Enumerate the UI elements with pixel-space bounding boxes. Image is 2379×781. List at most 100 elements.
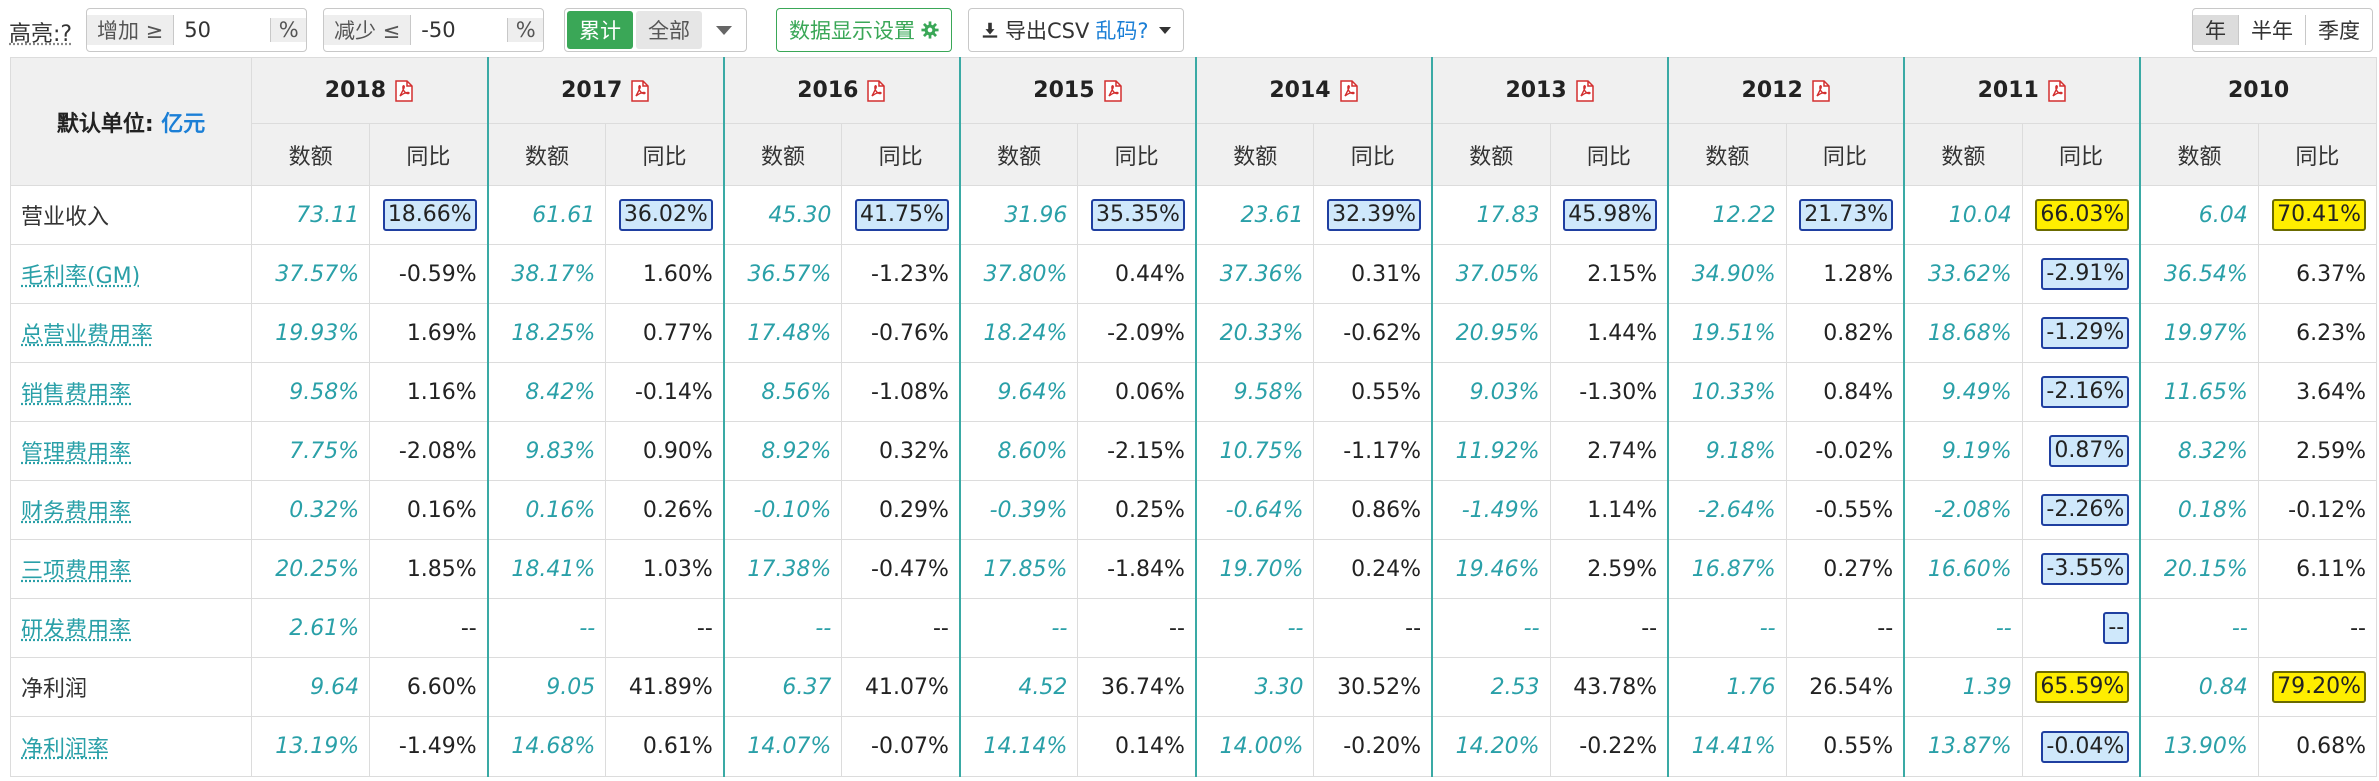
- pdf-icon[interactable]: [630, 80, 650, 102]
- increase-input[interactable]: [174, 9, 271, 51]
- amount-cell: 14.14%: [958, 716, 1079, 777]
- yoy-cell: -0.02%: [1785, 421, 1905, 481]
- yoy-cell: --: [2021, 598, 2141, 658]
- amount-cell: 9.03%: [1431, 362, 1551, 422]
- decrease-input[interactable]: [411, 9, 508, 51]
- amount-cell: --: [1194, 598, 1315, 658]
- year-label: 2010: [2228, 78, 2290, 103]
- row-label[interactable]: 研发费用率: [9, 598, 253, 658]
- yoy-cell: 0.16%: [369, 480, 489, 540]
- export-csv-label: 导出CSV: [1005, 19, 1090, 43]
- amount-cell: 3.30: [1194, 657, 1315, 717]
- row-label[interactable]: 财务费用率: [9, 480, 253, 540]
- year-label: 2011: [1977, 78, 2039, 103]
- yoy-cell: 0.06%: [1077, 362, 1197, 422]
- year-header: 2013: [1431, 57, 1669, 124]
- table-row: 三项费用率 20.25% 1.85% 18.41% 1.03% 17.38% -0.47% 1…: [9, 539, 2378, 599]
- amount-cell: 12.22: [1667, 185, 1787, 245]
- year-header: 2011: [1903, 57, 2141, 124]
- amount-cell: 36.54%: [2139, 244, 2259, 304]
- row-label-text[interactable]: 三项费用率: [21, 559, 131, 584]
- row-label-text[interactable]: 毛利率(GM): [21, 264, 140, 289]
- row-label-text[interactable]: 总营业费用率: [21, 323, 153, 348]
- amount-cell: 9.64: [251, 657, 371, 717]
- yoy-cell: --: [1549, 598, 1669, 658]
- yoy-cell: 6.60%: [369, 657, 489, 717]
- year-header: 2014: [1194, 57, 1433, 124]
- amount-cell: 37.57%: [251, 244, 371, 304]
- pdf-icon[interactable]: [1811, 80, 1831, 102]
- row-label[interactable]: 毛利率(GM): [9, 244, 253, 304]
- yoy-cell: --: [369, 598, 489, 658]
- amount-cell: 8.32%: [2139, 421, 2259, 481]
- table-row: 毛利率(GM) 37.57% -0.59% 38.17% 1.60% 36.57% -1.2…: [9, 244, 2378, 304]
- pdf-icon[interactable]: [1339, 80, 1359, 102]
- amount-cell: 9.18%: [1667, 421, 1787, 481]
- yoy-cell: 1.85%: [369, 539, 489, 599]
- amount-cell: 9.64%: [958, 362, 1079, 422]
- row-label-text[interactable]: 净利润率: [21, 737, 109, 762]
- row-label-text[interactable]: 研发费用率: [21, 618, 131, 643]
- pdf-icon[interactable]: [394, 80, 414, 102]
- yoy-cell: 35.35%: [1077, 185, 1197, 245]
- yoy-cell: -1.30%: [1549, 362, 1669, 422]
- year-header: 2017: [486, 57, 725, 124]
- yoy-cell: 36.02%: [605, 185, 725, 245]
- row-label[interactable]: 销售费用率: [9, 362, 253, 422]
- yoy-cell: 32.39%: [1313, 185, 1433, 245]
- amount-cell: 19.51%: [1667, 303, 1787, 363]
- amount-cell: 37.05%: [1431, 244, 1551, 304]
- amount-cell: 13.87%: [1903, 716, 2023, 777]
- row-label-text[interactable]: 财务费用率: [21, 500, 131, 525]
- highlight-label[interactable]: 高亮:?: [9, 10, 72, 54]
- yoy-cell: 1.14%: [1549, 480, 1669, 540]
- highlight-badge: -2.16%: [2041, 376, 2130, 408]
- amount-cell: 13.19%: [251, 716, 371, 777]
- amount-cell: 8.60%: [958, 421, 1079, 481]
- yoy-cell: 0.84%: [1785, 362, 1905, 422]
- mode-selector[interactable]: 累计 全部: [564, 8, 747, 52]
- display-settings-button[interactable]: 数据显示设置: [776, 8, 952, 52]
- highlight-badge: --: [2103, 612, 2130, 644]
- amount-cell: 2.61%: [251, 598, 371, 658]
- period-half-year[interactable]: 半年: [2238, 15, 2305, 45]
- pdf-icon[interactable]: [866, 80, 886, 102]
- export-csv-button[interactable]: 导出CSV 乱码?: [968, 8, 1184, 52]
- yoy-cell: --: [1077, 598, 1197, 658]
- period-quarter[interactable]: 季度: [2305, 15, 2372, 45]
- row-label-text[interactable]: 管理费用率: [21, 441, 131, 466]
- amount-cell: 18.41%: [486, 539, 607, 599]
- garbled-link[interactable]: 乱码?: [1095, 15, 1148, 45]
- amount-cell: -2.64%: [1667, 480, 1787, 540]
- highlight-badge: -3.55%: [2041, 553, 2130, 585]
- row-label[interactable]: 管理费用率: [9, 421, 253, 481]
- period-year[interactable]: 年: [2193, 15, 2238, 45]
- row-label[interactable]: 总营业费用率: [9, 303, 253, 363]
- row-label-text[interactable]: 销售费用率: [21, 382, 131, 407]
- yoy-cell: 6.37%: [2257, 244, 2378, 304]
- yoy-header: 同比: [1077, 123, 1197, 186]
- yoy-cell: 41.89%: [605, 657, 725, 717]
- period-selector: 年 半年 季度: [2192, 8, 2373, 52]
- yoy-cell: -0.20%: [1313, 716, 1433, 777]
- amount-cell: 18.24%: [958, 303, 1079, 363]
- increase-percent: %: [270, 18, 307, 42]
- chevron-down-icon[interactable]: [1158, 26, 1171, 34]
- yoy-header: 同比: [1785, 123, 1905, 186]
- mode-cumulative[interactable]: 累计: [567, 11, 633, 49]
- highlight-badge: -2.91%: [2041, 258, 2130, 290]
- amount-cell: 9.19%: [1903, 421, 2023, 481]
- yoy-cell: --: [1313, 598, 1433, 658]
- mode-all[interactable]: 全部: [636, 11, 702, 49]
- row-label[interactable]: 三项费用率: [9, 539, 253, 599]
- yoy-cell: 26.54%: [1785, 657, 1905, 717]
- amount-cell: 9.49%: [1903, 362, 2023, 422]
- row-label[interactable]: 净利润率: [9, 716, 253, 777]
- yoy-cell: --: [605, 598, 725, 658]
- pdf-icon[interactable]: [2047, 80, 2067, 102]
- yoy-cell: 0.27%: [1785, 539, 1905, 599]
- yoy-cell: 0.55%: [1313, 362, 1433, 422]
- pdf-icon[interactable]: [1103, 80, 1123, 102]
- chevron-down-icon[interactable]: [716, 25, 732, 35]
- pdf-icon[interactable]: [1575, 80, 1595, 102]
